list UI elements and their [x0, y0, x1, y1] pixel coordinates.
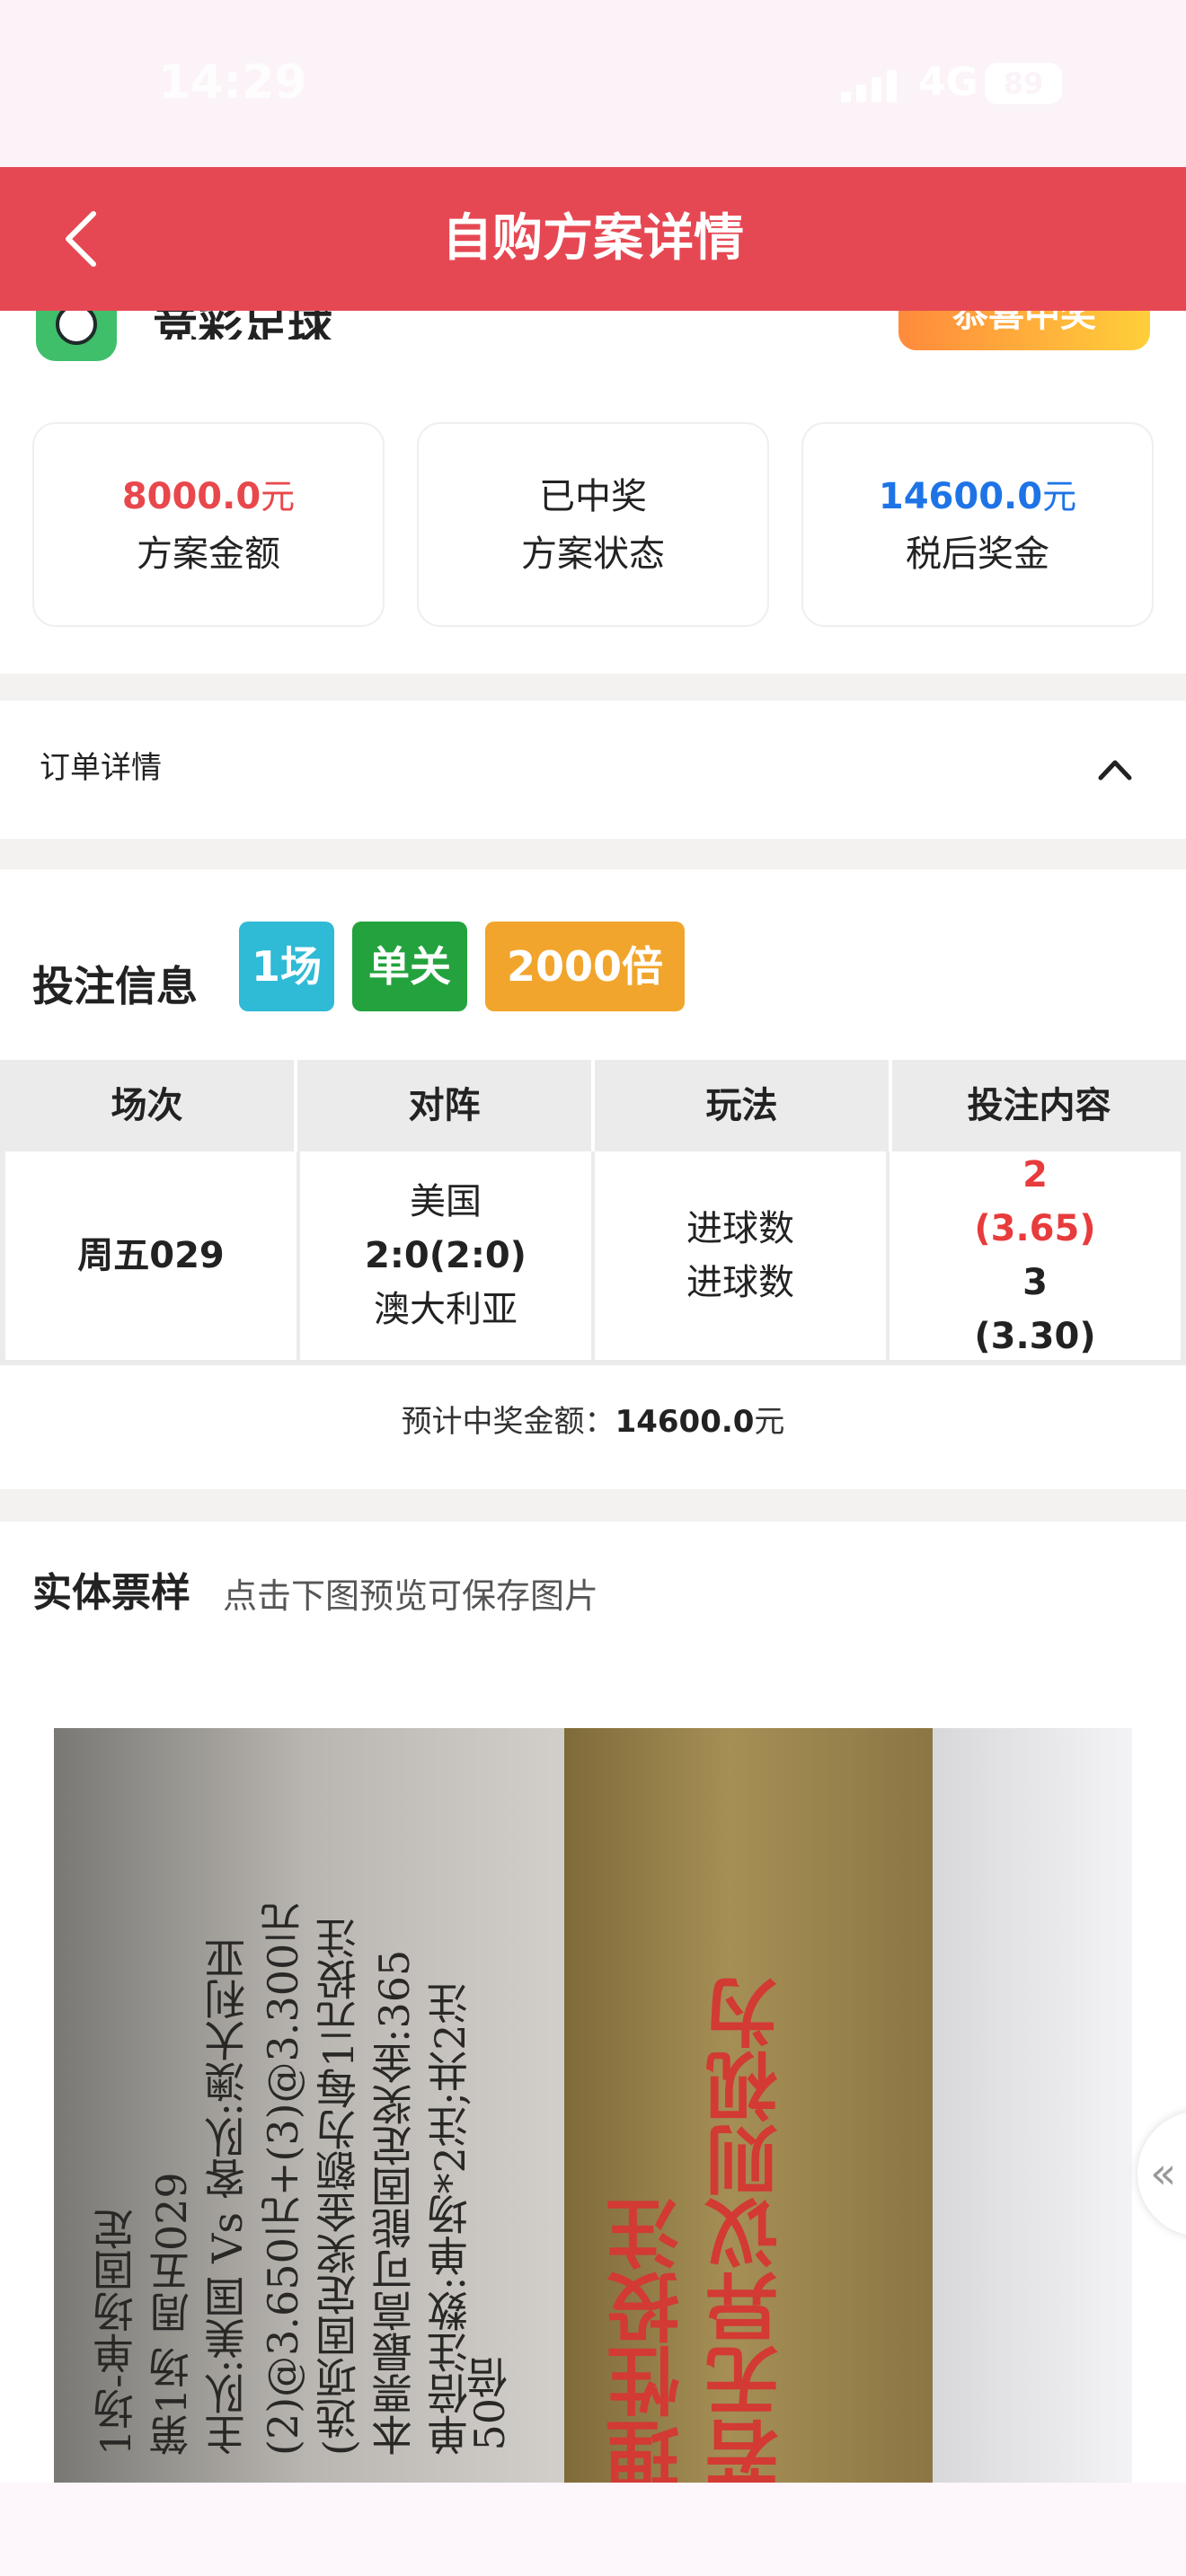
bet-info-section: 投注信息 1场 单关 2000倍 场次 对阵 玩法 投注内容 周五029 美国 …	[0, 869, 1186, 1489]
battery-icon: 89	[985, 63, 1062, 104]
header-play: 玩法	[595, 1060, 892, 1151]
ticket-line: 主队:美国 Vs 客队:澳大利亚	[203, 1936, 252, 2456]
selection-cell: 2 (3.65) 3 (3.30)	[890, 1151, 1181, 1360]
table-row: 周五029 美国 2:0(2:0) 澳大利亚 进球数 进球数 2 (3.65) …	[0, 1151, 1186, 1365]
chevron-up-icon[interactable]	[1096, 751, 1134, 789]
multiplier-tag: 2000倍	[485, 922, 685, 1011]
play-cell: 进球数 进球数	[595, 1151, 890, 1360]
play-type-1: 进球数	[686, 1208, 794, 1249]
winning-pick: 2	[1022, 1154, 1048, 1195]
bottom-bar	[0, 2483, 1186, 2576]
amount-unit: 元	[261, 477, 296, 516]
network-type: 4G	[918, 59, 978, 105]
plan-summary: 8000.0元 方案金额 已中奖 方案状态 14600.0元 税后奖金	[0, 386, 1186, 674]
prize-card: 14600.0元 税后奖金	[801, 422, 1154, 627]
winning-odds: (3.65)	[974, 1208, 1096, 1249]
prize-unit: 元	[1042, 477, 1077, 516]
away-team: 澳大利亚	[374, 1289, 518, 1330]
status-bar: 14:29 4G 89	[0, 0, 1186, 167]
prize-value: 14600.0	[878, 476, 1043, 517]
match-no: 周五029	[77, 1235, 225, 1276]
stand-line: 若无异议则视为	[705, 1976, 792, 2483]
ticket-stand: 理性投注 若无异议则视为	[564, 1728, 933, 2483]
estimate-unit: 元	[754, 1404, 785, 1440]
ticket-sample-section: 实体票样 点击下图预览可保存图片 1场-单场固定 第1场 周五029 主队:美国…	[0, 1522, 1186, 2483]
header-selection: 投注内容	[967, 1085, 1111, 1126]
status-label: 方案状态	[521, 534, 665, 575]
order-details-label: 订单详情	[40, 750, 162, 786]
match-no-cell: 周五029	[5, 1151, 300, 1360]
ticket-hint: 点击下图预览可保存图片	[223, 1576, 599, 1616]
stand-line: 理性投注	[606, 2197, 693, 2483]
prize-value-line: 14600.0元	[803, 474, 1152, 519]
ticket-line: 本票最高可能固定奖金:365	[370, 1949, 419, 2456]
bet-table: 场次 对阵 玩法 投注内容 周五029 美国 2:0(2:0) 澳大利亚 进球数…	[0, 1060, 1186, 1365]
estimate-value: 14600.0	[615, 1404, 755, 1440]
ticket-title: 实体票样	[32, 1570, 190, 1616]
nav-bar: 自购方案详情	[0, 167, 1186, 311]
ticket-line: 单倍注数:单场*2注;共2注	[426, 1982, 474, 2456]
ticket-print-text: 1场-单场固定 第1场 周五029 主队:美国 Vs 客队:澳大利亚 (2)@3…	[88, 1755, 555, 2456]
ticket-line: 第1场 周五029	[147, 2172, 196, 2456]
ticket-line: (选项固定奖金额为每1元投注	[314, 1917, 363, 2456]
amount-value: 8000.0	[121, 476, 261, 517]
single-pass-tag: 单关	[352, 922, 467, 1011]
order-details-toggle[interactable]: 订单详情	[0, 701, 1186, 839]
bet-info-title: 投注信息	[32, 962, 198, 1010]
second-pick: 3	[1022, 1262, 1048, 1303]
ticket-multiplier: 50倍	[465, 2357, 514, 2451]
table-header: 场次 对阵 玩法 投注内容	[0, 1060, 1186, 1151]
stand-text: 理性投注 若无异议则视为	[600, 1827, 798, 2483]
ticket-line: (2)@3.650元+(3)@3.300元	[259, 1901, 307, 2456]
home-team: 美国	[410, 1181, 482, 1222]
estimated-prize: 预计中奖金额：14600.0元	[0, 1399, 1186, 1444]
ticket-photo[interactable]: 1场-单场固定 第1场 周五029 主队:美国 Vs 客队:澳大利亚 (2)@3…	[54, 1728, 1132, 2483]
match-count-tag: 1场	[239, 922, 334, 1011]
amount-card: 8000.0元 方案金额	[32, 422, 385, 627]
ticket-line: 1场-单场固定	[92, 2209, 140, 2456]
status-card: 已中奖 方案状态	[417, 422, 769, 627]
amount-label: 方案金额	[137, 534, 280, 575]
final-score: 2:0(2:0)	[365, 1235, 527, 1276]
header-fixture: 对阵	[297, 1060, 595, 1151]
estimate-label: 预计中奖金额：	[401, 1404, 615, 1440]
second-odds: (3.30)	[974, 1316, 1096, 1357]
status-value: 已中奖	[539, 476, 647, 517]
signal-icon	[841, 70, 898, 102]
amount-value-line: 8000.0元	[34, 474, 383, 519]
header-match-no: 场次	[0, 1060, 297, 1151]
ticket-paper: 1场-单场固定 第1场 周五029 主队:美国 Vs 客队:澳大利亚 (2)@3…	[54, 1728, 564, 2483]
page-title: 自购方案详情	[442, 209, 744, 268]
fixture-cell: 美国 2:0(2:0) 澳大利亚	[300, 1151, 595, 1360]
prize-label: 税后奖金	[906, 534, 1049, 575]
status-time: 14:29	[158, 56, 307, 110]
ticket-stack	[933, 1728, 1132, 2483]
play-type-2: 进球数	[686, 1262, 794, 1303]
